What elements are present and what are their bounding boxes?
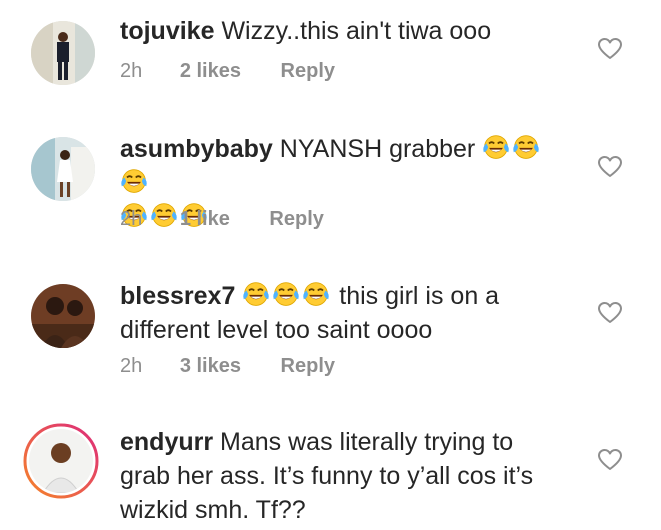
avatar[interactable]	[31, 137, 95, 201]
tears-of-joy-emoji	[120, 167, 148, 195]
tears-of-joy-emoji	[302, 280, 330, 308]
timestamp: 2h	[120, 208, 143, 230]
comment-meta: 2h 3 likes Reply	[120, 352, 335, 380]
avatar-photo	[29, 429, 93, 493]
comment-text: blessrex7 this girl is on a different le…	[120, 279, 540, 347]
heart-outline-icon[interactable]	[597, 37, 623, 61]
likes-count[interactable]: 2 likes	[180, 57, 241, 85]
comment-body: NYANSH grabber	[279, 135, 476, 163]
comment-meta: 2h 2 likes Reply	[120, 57, 335, 85]
timestamp: 2h	[120, 60, 143, 82]
reply-button[interactable]: Reply	[281, 352, 335, 380]
tears-of-joy-emoji	[272, 280, 300, 308]
tears-of-joy-emoji	[512, 133, 540, 161]
heart-outline-icon[interactable]	[597, 448, 623, 472]
username[interactable]: endyurr	[120, 428, 213, 456]
heart-outline-icon[interactable]	[597, 301, 623, 325]
tears-of-joy-emoji	[482, 133, 510, 161]
reply-button[interactable]: Reply	[269, 205, 323, 233]
timestamp: 2h	[120, 355, 143, 377]
reply-button[interactable]: Reply	[281, 57, 335, 85]
avatar[interactable]	[31, 21, 95, 85]
username[interactable]: tojuvike	[120, 17, 214, 45]
avatar[interactable]	[31, 284, 95, 348]
comment-text: tojuvike Wizzy..this ain't tiwa ooo	[120, 14, 560, 48]
comment-text: endyurr Mans was literally trying to gra…	[120, 425, 560, 527]
username[interactable]: asumbybaby	[120, 135, 273, 163]
tears-of-joy-emoji	[242, 280, 270, 308]
heart-outline-icon[interactable]	[597, 155, 623, 179]
likes-count[interactable]: 3 likes	[180, 352, 241, 380]
likes-count[interactable]: 1 like	[180, 205, 230, 233]
avatar[interactable]	[23, 423, 99, 499]
username[interactable]: blessrex7	[120, 282, 235, 310]
comment-body: Wizzy..this ain't tiwa ooo	[221, 17, 492, 45]
comment-meta: 2h 1 like Reply	[120, 205, 324, 233]
